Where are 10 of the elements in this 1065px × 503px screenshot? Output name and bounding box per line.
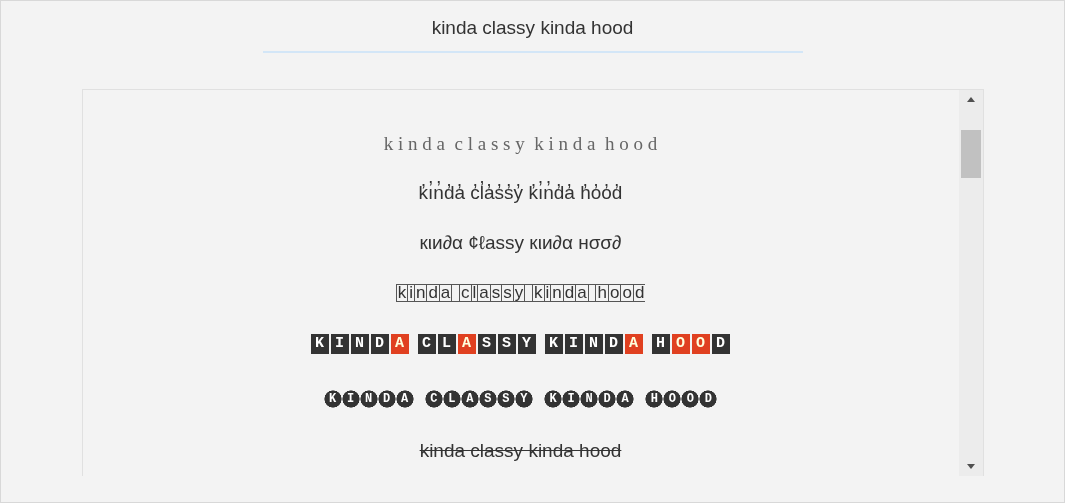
styled-text[interactable]: kinda classy kinda hood: [419, 426, 622, 476]
scroll-up-icon[interactable]: [965, 95, 976, 105]
scroll-down-icon[interactable]: [965, 461, 976, 471]
styled-text[interactable]: k i n d a c l a s s y k i n d a h o o d: [383, 120, 658, 169]
styled-text[interactable]: k̓ı̓n̓d̓a̓ c̓l̓a̓s̓s̓y̓ k̓ı̓n̓d̓a̓ h̓o̓o̓d̓: [418, 168, 623, 219]
text-input[interactable]: kinda classy kinda hood: [262, 11, 803, 53]
scrollbar[interactable]: [958, 90, 983, 476]
styled-text[interactable]: KINDA CLASSY KINDA HOOD: [323, 372, 718, 427]
styled-text[interactable]: кιи∂α ¢ℓassy кιи∂α нσσ∂: [419, 218, 622, 269]
scroll-thumb[interactable]: [960, 130, 981, 178]
